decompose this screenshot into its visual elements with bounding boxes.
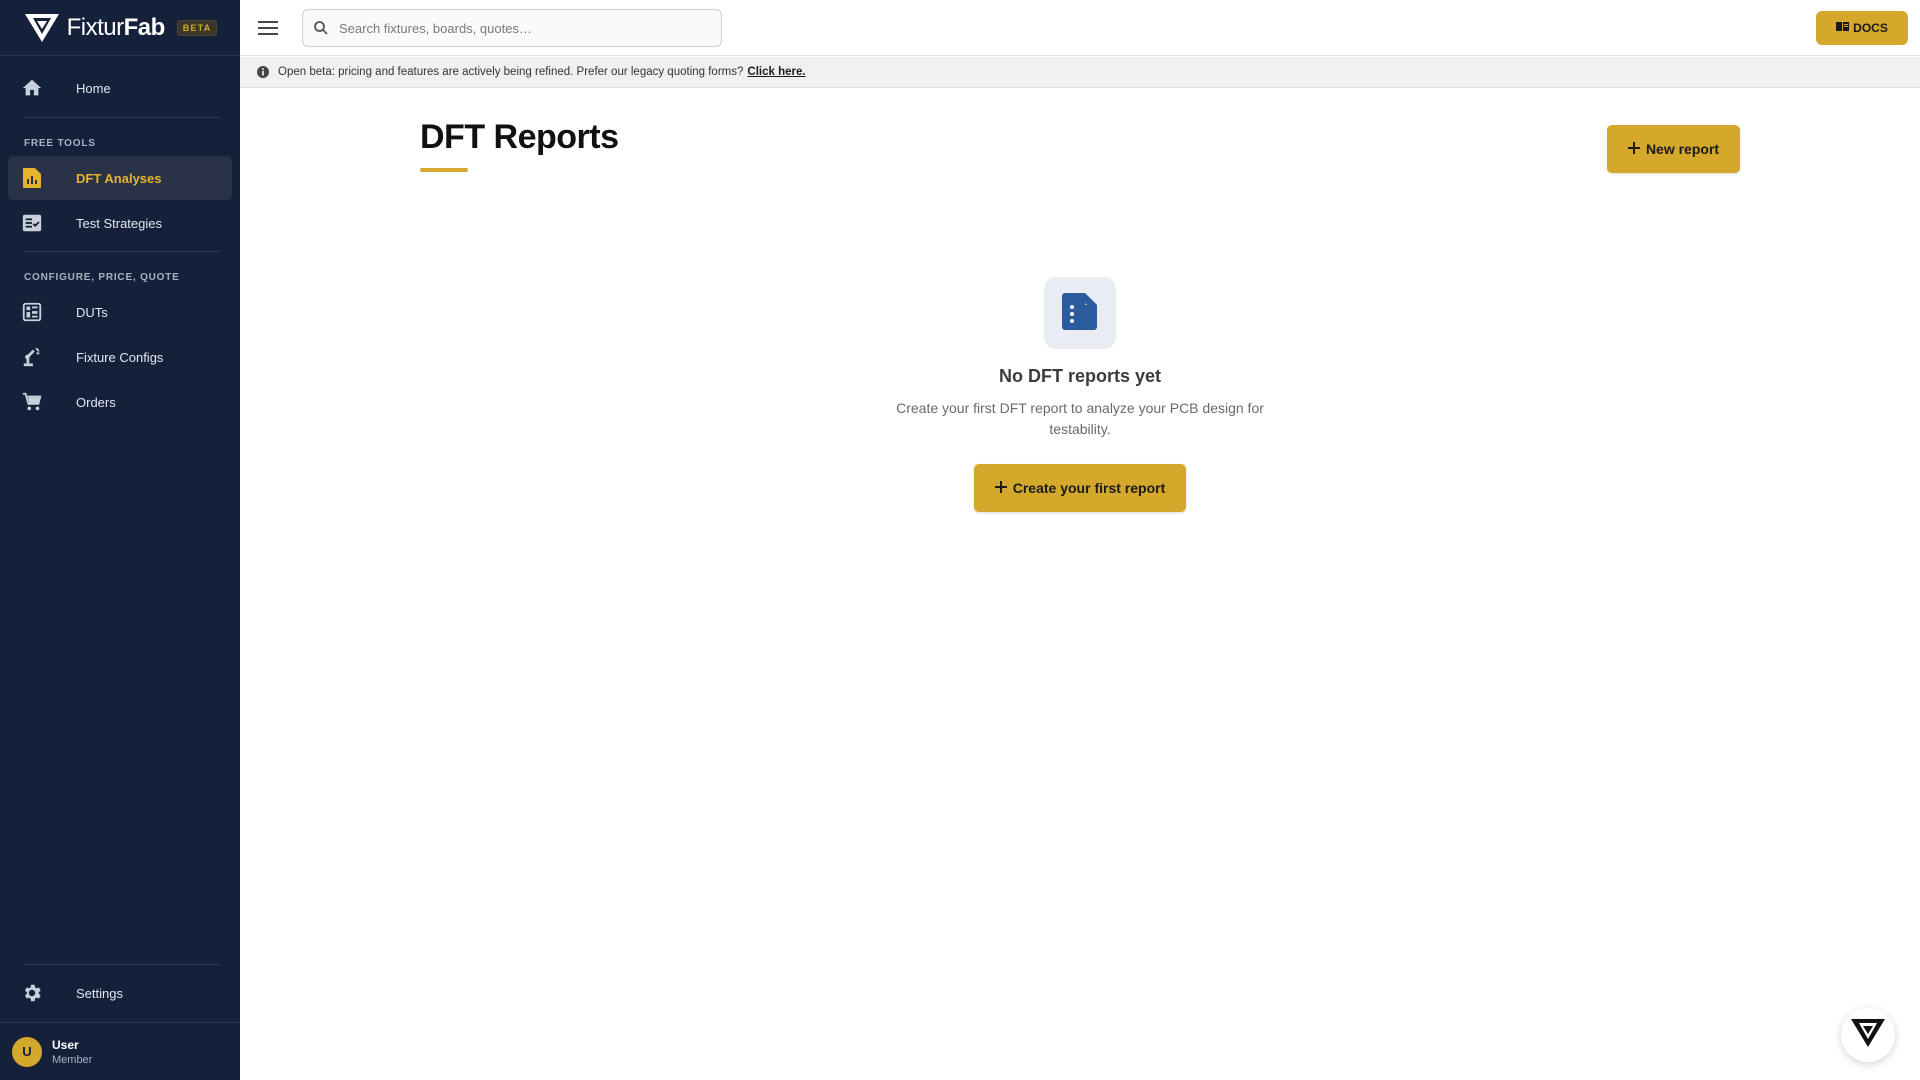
board-icon <box>20 300 44 324</box>
nav-divider <box>24 964 220 965</box>
plus-icon <box>994 480 1007 496</box>
brand[interactable]: FixturFab BETA <box>0 0 240 56</box>
legacy-forms-link[interactable]: Click here. <box>747 66 805 78</box>
docs-button[interactable]: DOCS <box>1816 11 1908 45</box>
user-role: Member <box>52 1053 93 1066</box>
docs-label: DOCS <box>1853 21 1888 35</box>
search-box[interactable] <box>302 9 722 47</box>
fixturfab-logo-icon <box>1849 1017 1887 1054</box>
document-icon <box>1061 291 1099 336</box>
search-input[interactable] <box>339 20 699 36</box>
topbar: DOCS <box>240 0 1920 56</box>
nav-divider <box>24 117 220 118</box>
sidebar-item-label: DFT Analyses <box>76 170 162 186</box>
sidebar-item-test-strategies[interactable]: Test Strategies <box>8 201 232 245</box>
sidebar-item-label: Fixture Configs <box>76 349 164 365</box>
title-underline <box>420 168 468 172</box>
sidebar-item-dft-analyses[interactable]: DFT Analyses <box>8 156 232 200</box>
menu-toggle-button[interactable] <box>256 16 280 40</box>
sidebar-item-fixture-configs[interactable]: Fixture Configs <box>8 335 232 379</box>
sidebar-item-settings[interactable]: Settings <box>8 971 232 1015</box>
book-icon <box>1836 21 1850 35</box>
empty-state-icon-box <box>1044 277 1116 349</box>
plus-icon <box>1627 141 1640 157</box>
sidebar-item-label: DUTs <box>76 304 108 320</box>
sidebar-item-label: Home <box>76 80 111 96</box>
sidebar-item-home[interactable]: Home <box>8 66 232 110</box>
avatar: U <box>12 1036 42 1067</box>
floating-help-button[interactable] <box>1841 1008 1895 1062</box>
create-first-report-button[interactable]: Create your first report <box>974 464 1186 512</box>
gear-icon <box>20 981 44 1005</box>
hamburger-icon <box>258 21 278 35</box>
sidebar-item-label: Settings <box>76 985 123 1001</box>
sidebar-item-orders[interactable]: Orders <box>8 380 232 424</box>
user-menu[interactable]: U User Member <box>0 1022 240 1080</box>
beta-banner: Open beta: pricing and features are acti… <box>240 57 1920 88</box>
new-report-button[interactable]: New report <box>1607 125 1740 173</box>
section-cpq: CONFIGURE, PRICE, QUOTE <box>24 272 180 283</box>
create-first-report-label: Create your first report <box>1012 480 1166 496</box>
nav-divider <box>24 251 220 252</box>
brand-name: FixturFab <box>66 13 166 41</box>
search-icon <box>313 20 329 36</box>
sidebar-item-duts[interactable]: DUTs <box>8 290 232 334</box>
fixturfab-logo-icon <box>23 12 61 44</box>
empty-state-title: No DFT reports yet <box>998 366 1162 386</box>
checklist-icon <box>20 211 44 235</box>
cart-icon <box>20 390 44 414</box>
info-icon <box>256 65 270 79</box>
section-free-tools: FREE TOOLS <box>24 138 96 149</box>
new-report-label: New report <box>1645 141 1720 157</box>
empty-state-subtitle: Create your first DFT report to analyze … <box>896 400 1264 437</box>
sidebar-item-label: Orders <box>76 394 116 410</box>
document-chart-icon <box>20 166 44 190</box>
user-name: User <box>52 1037 79 1052</box>
sidebar-item-label: Test Strategies <box>76 215 162 231</box>
robot-arm-icon <box>20 345 44 369</box>
beta-badge: BETA <box>176 19 218 36</box>
page-title: DFT Reports <box>420 118 619 156</box>
sidebar: FixturFab BETA Home FREE TOOLS DFT Analy… <box>0 0 240 1080</box>
home-icon <box>20 76 44 100</box>
banner-text: Open beta: pricing and features are acti… <box>278 66 744 78</box>
